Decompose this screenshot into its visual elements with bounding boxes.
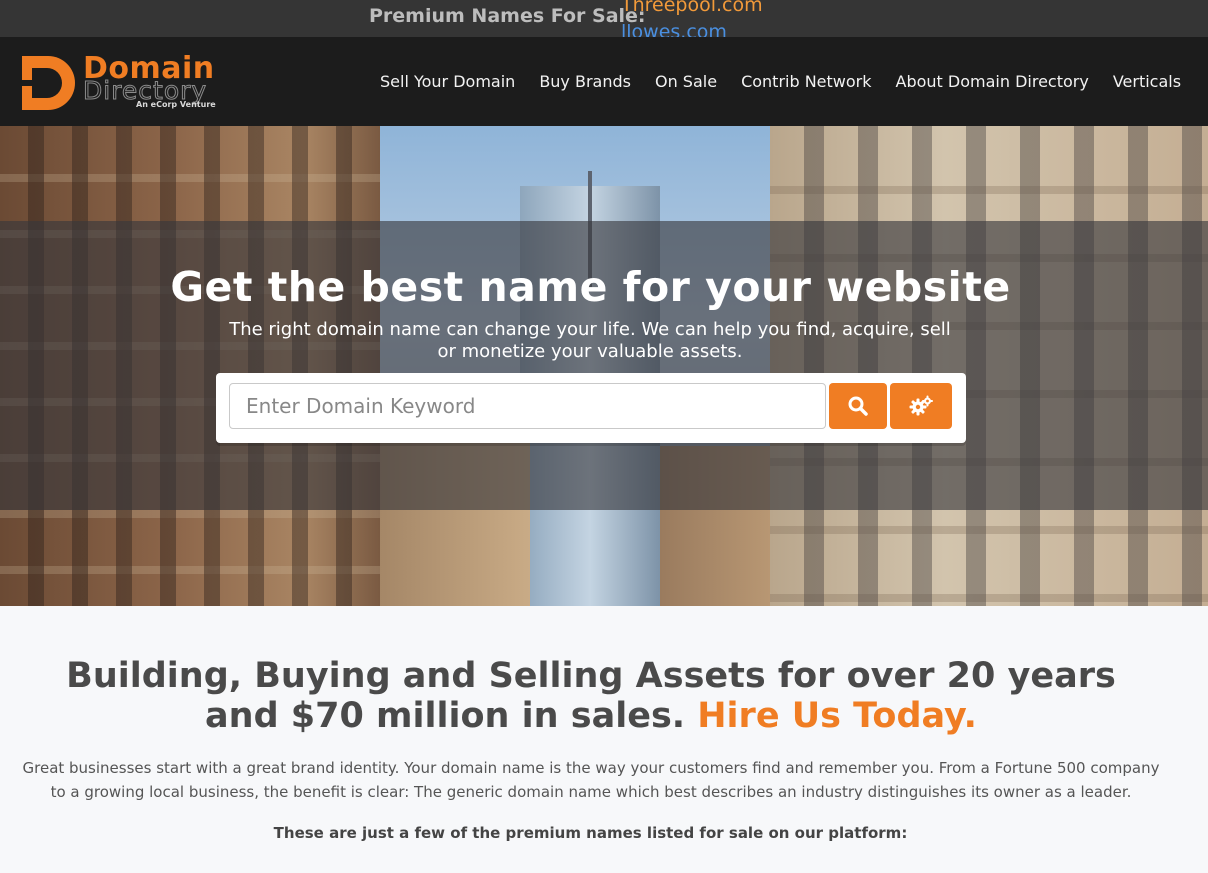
logo-tagline: An eCorp Venture	[136, 100, 216, 109]
site-logo[interactable]: Domain Directory An eCorp Venture	[22, 51, 252, 112]
nav-verticals[interactable]: Verticals	[1101, 72, 1193, 91]
domain-keyword-input[interactable]	[229, 383, 826, 429]
search-button[interactable]	[829, 383, 887, 429]
intro-paragraph: Great businesses start with a great bran…	[22, 759, 1160, 801]
gears-icon	[909, 395, 933, 416]
premium-names-intro: These are just a few of the premium name…	[273, 824, 908, 842]
ticker-label: Premium Names For Sale:	[369, 5, 646, 27]
premium-names-ticker: Premium Names For Sale: Threepool.com ll…	[0, 0, 1208, 37]
advanced-search-button[interactable]	[890, 383, 952, 429]
site-header: Domain Directory An eCorp Venture Sell Y…	[0, 37, 1208, 126]
nav-buy-brands[interactable]: Buy Brands	[527, 72, 643, 91]
nav-contrib-network[interactable]: Contrib Network	[729, 72, 883, 91]
sales-headline: Building, Buying and Selling Assets for …	[40, 656, 1142, 736]
hero-section: Get the best name for your website The r…	[0, 126, 1208, 606]
search-icon	[848, 396, 868, 416]
nav-on-sale[interactable]: On Sale	[643, 72, 729, 91]
ticker-name-link[interactable]: llowes.com	[621, 19, 763, 37]
hire-us-link[interactable]: Hire Us Today.	[697, 696, 977, 736]
domain-search-box	[216, 373, 966, 443]
main-nav: Sell Your Domain Buy Brands On Sale Cont…	[368, 37, 1193, 126]
logo-d-icon	[22, 56, 75, 110]
ticker-names: Threepool.com llowes.com	[621, 0, 763, 37]
about-section: Building, Buying and Selling Assets for …	[0, 606, 1208, 873]
ticker-name-link[interactable]: Threepool.com	[621, 0, 763, 19]
nav-sell-your-domain[interactable]: Sell Your Domain	[368, 72, 527, 91]
hero-title: Get the best name for your website	[170, 263, 1011, 311]
nav-about-domain-directory[interactable]: About Domain Directory	[884, 72, 1101, 91]
hero-subtitle: The right domain name can change your li…	[229, 319, 951, 362]
